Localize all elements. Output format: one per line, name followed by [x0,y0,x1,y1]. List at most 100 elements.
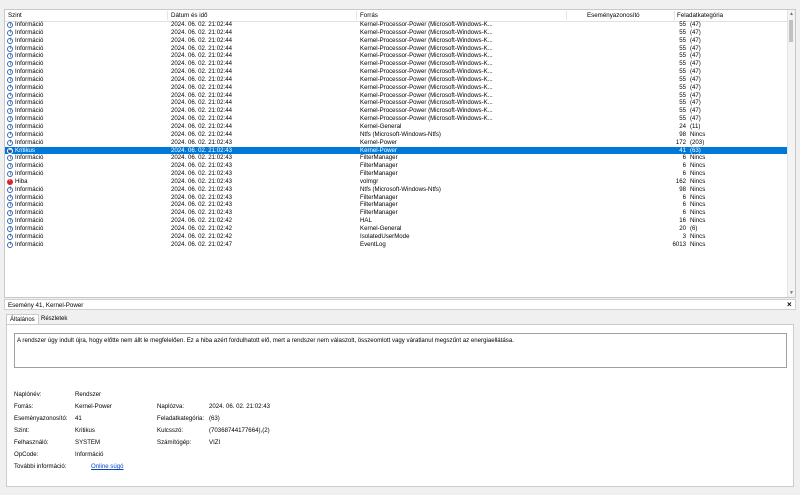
row-category: (11) [690,122,701,130]
event-id-label: Eseményazonosító: [14,415,68,422]
row-date: 2024. 06. 02. 21:02:44 [171,115,232,123]
row-level: Információ [15,240,44,248]
table-row[interactable]: Információ 2024. 06. 02. 21:02:43 FilterMa… [5,201,790,209]
event-description-box[interactable]: A rendszer úgy indult újra, hogy előtte … [14,333,787,368]
row-level: Információ [15,193,44,201]
info-icon [7,171,13,178]
scroll-up-icon[interactable]: ▲ [789,11,794,17]
table-row[interactable]: Információ 2024. 06. 02. 21:02:44 Kernel-P… [5,60,790,68]
table-row[interactable]: Információ 2024. 06. 02. 21:02:44 Kernel-P… [5,37,790,45]
table-row[interactable]: Információ 2024. 06. 02. 21:02:43 FilterMa… [5,154,790,162]
column-level[interactable]: Szint [8,12,22,19]
table-row[interactable]: Információ 2024. 06. 02. 21:02:44 Kernel-P… [5,76,790,84]
row-category: Nincs [690,130,706,138]
table-row[interactable]: Információ 2024. 06. 02. 21:02:44 Kernel-P… [5,68,790,76]
row-category: Nincs [690,170,706,178]
table-row[interactable]: Információ 2024. 06. 02. 21:02:43 FilterMa… [5,170,790,178]
table-row[interactable]: Információ 2024. 06. 02. 21:02:43 Ntfs (Mi… [5,186,790,194]
info-icon [7,124,13,130]
table-row[interactable]: Információ 2024. 06. 02. 21:02:42 HAL 16 Nin… [5,217,790,225]
row-date: 2024. 06. 02. 21:02:44 [171,44,232,52]
row-level: Információ [15,21,44,28]
vertical-scrollbar[interactable]: ▲ ▼ [787,10,795,297]
info-icon [7,100,13,107]
critical-icon [7,147,13,154]
row-source: Kernel-Processor-Power (Microsoft-Window… [360,91,493,99]
row-category: (47) [690,83,701,91]
table-row[interactable]: Kritikus 2024. 06. 02. 21:02:43 Kernel-Pow… [5,146,790,155]
row-source: Kernel-Processor-Power (Microsoft-Window… [360,115,493,123]
table-row[interactable]: Hiba 2024. 06. 02. 21:02:43 volmgr 162 Nincs [5,177,790,186]
event-list[interactable]: Szint Dátum és idő Forrás Eseményazonosí… [4,9,796,298]
row-date: 2024. 06. 02. 21:02:43 [171,201,232,209]
table-row[interactable]: Információ 2024. 06. 02. 21:02:44 Kernel-P… [5,45,790,53]
row-source: Kernel-Processor-Power (Microsoft-Window… [360,107,493,115]
row-date: 2024. 06. 02. 21:02:44 [171,83,232,91]
table-row[interactable]: Információ 2024. 06. 02. 21:02:43 FilterMa… [5,162,790,170]
info-icon [7,22,13,28]
table-row[interactable]: Információ 2024. 06. 02. 21:02:43 FilterMa… [5,194,790,202]
table-row[interactable]: Információ 2024. 06. 02. 21:02:44 Kernel-P… [5,21,790,29]
table-row[interactable]: Információ 2024. 06. 02. 21:02:44 Kernel-P… [5,92,790,100]
close-icon[interactable]: × [787,300,792,309]
online-help-link[interactable]: Online súgó [91,463,124,470]
row-event-id: 6013 [672,240,686,248]
column-category[interactable]: Feladatkategória [677,12,723,19]
row-category: (47) [690,52,701,60]
row-event-id: 41 [679,146,686,154]
info-icon [7,116,13,123]
row-event-id: 98 [679,130,686,138]
row-level: Információ [15,115,44,123]
row-event-id: 55 [679,28,686,36]
row-event-id: 6 [682,193,686,201]
table-row[interactable]: Információ 2024. 06. 02. 21:02:44 Kernel-P… [5,99,790,107]
row-source: FilterManager [360,170,398,178]
row-level: Információ [15,224,44,232]
row-source: Kernel-Processor-Power (Microsoft-Window… [360,52,493,60]
row-level: Információ [15,201,44,209]
table-row[interactable]: Információ 2024. 06. 02. 21:02:42 Isolated… [5,233,790,241]
table-row[interactable]: Információ 2024. 06. 02. 21:02:44 Kernel-P… [5,52,790,60]
scroll-thumb[interactable] [789,20,793,42]
row-category: Nincs [690,232,706,240]
row-date: 2024. 06. 02. 21:02:43 [171,170,232,178]
row-category: (47) [690,36,701,44]
row-category: Nincs [690,217,706,225]
scroll-down-icon[interactable]: ▼ [789,290,794,296]
table-row[interactable]: Információ 2024. 06. 02. 21:02:44 Kernel-G… [5,123,790,131]
row-category: Nincs [690,162,706,170]
column-date[interactable]: Dátum és idő [171,12,207,19]
keywords-label: Kulcsszó: [157,427,184,434]
table-row[interactable]: Információ 2024. 06. 02. 21:02:44 Kernel-P… [5,84,790,92]
info-icon [7,226,13,232]
column-event-id[interactable]: Eseményazonosító [587,12,640,19]
row-event-id: 24 [679,122,686,130]
row-level: Kritikus [15,146,35,154]
event-detail-header: Esemény 41, Kernel-Power × [4,299,796,310]
table-row[interactable]: Információ 2024. 06. 02. 21:02:42 Kernel-G… [5,225,790,233]
row-date: 2024. 06. 02. 21:02:44 [171,122,232,130]
table-row[interactable]: Információ 2024. 06. 02. 21:02:44 Kernel-P… [5,107,790,115]
column-source[interactable]: Forrás [360,12,378,19]
row-category: (47) [690,44,701,52]
info-icon [7,37,13,44]
row-event-id: 6 [682,209,686,217]
table-row[interactable]: Információ 2024. 06. 02. 21:02:47 EventLog… [5,241,790,249]
row-category: (47) [690,28,701,36]
table-row[interactable]: Információ 2024. 06. 02. 21:02:43 FilterMa… [5,209,790,217]
task-category-label: Feladatkategória: [157,415,205,422]
info-icon [7,218,13,225]
row-date: 2024. 06. 02. 21:02:43 [171,146,232,154]
tab-details[interactable]: Részletek [38,314,70,324]
table-row[interactable]: Információ 2024. 06. 02. 21:02:44 Kernel-P… [5,29,790,37]
row-level: Információ [15,75,44,83]
row-date: 2024. 06. 02. 21:02:47 [171,240,232,248]
row-event-id: 16 [679,217,686,225]
row-event-id: 6 [682,162,686,170]
row-event-id: 55 [679,75,686,83]
row-category: (47) [690,107,701,115]
table-row[interactable]: Információ 2024. 06. 02. 21:02:43 Kernel-P… [5,139,790,147]
table-row[interactable]: Információ 2024. 06. 02. 21:02:44 Kernel-P… [5,115,790,123]
table-row[interactable]: Információ 2024. 06. 02. 21:02:44 Ntfs (Mi… [5,131,790,139]
row-source: FilterManager [360,162,398,170]
